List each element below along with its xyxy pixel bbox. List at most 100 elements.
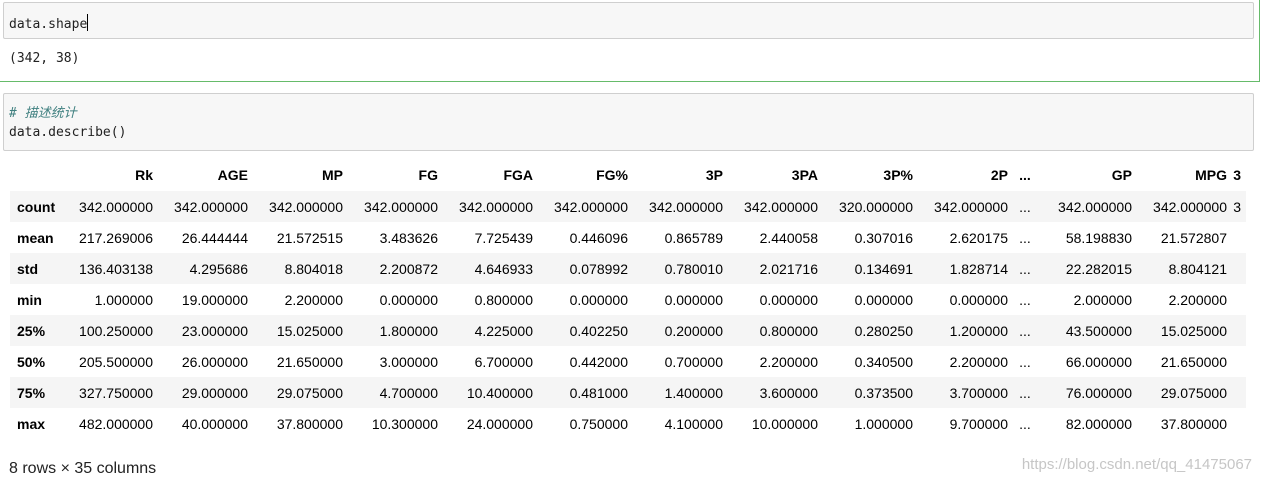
row-label: mean (17, 229, 54, 246)
row-label: 50% (17, 353, 46, 370)
table-cell: 327.750000 (79, 384, 153, 401)
table-cell: 320.000000 (839, 198, 913, 215)
column-header: ... (1019, 167, 1031, 183)
table-cell: 342.000000 (554, 198, 628, 215)
table-cell: 342.000000 (934, 198, 1008, 215)
table-cell: 0.373500 (854, 384, 913, 401)
table-cell: 0.000000 (854, 291, 913, 308)
table-cell: 342.000000 (744, 198, 818, 215)
table-cell: 10.000000 (751, 415, 818, 432)
table-cell: 342.000000 (1058, 198, 1132, 215)
table-cell: ... (1019, 198, 1031, 215)
table-cell: ... (1019, 384, 1031, 401)
table-cell: 0.442000 (569, 353, 628, 370)
column-header: FGA (503, 167, 533, 183)
index-header (10, 159, 66, 191)
table-cell: 24.000000 (466, 415, 533, 432)
table-cell: 4.100000 (664, 415, 723, 432)
column-header: FG% (596, 167, 628, 183)
table-cell: 342.000000 (79, 198, 153, 215)
table-cell: 0.307016 (854, 229, 913, 246)
table-cell: 0.000000 (949, 291, 1008, 308)
table-cell (1232, 346, 1246, 377)
table-cell: 342.000000 (459, 198, 533, 215)
table-cell: 0.134691 (854, 260, 913, 277)
table-cell: 342.000000 (269, 198, 343, 215)
describe-dataframe: Rk AGE MP FG FGA FG% 3P 3PA 3P% 2P... GP MPG 3 count… (10, 159, 1246, 439)
table-cell: 1.828714 (949, 260, 1008, 277)
table-cell: ... (1019, 291, 1031, 308)
table-cell (1232, 377, 1246, 408)
text-cursor (87, 14, 89, 31)
table-cell: 2.200000 (949, 353, 1008, 370)
column-header: GP (1111, 167, 1132, 183)
table-cell: 21.572515 (276, 229, 343, 246)
table-cell: 23.000000 (181, 322, 248, 339)
table-cell: 29.075000 (1160, 384, 1227, 401)
code-text: data.shape (9, 14, 89, 32)
table-cell: 0.780010 (664, 260, 723, 277)
row-label: 75% (17, 384, 46, 401)
table-cell: 40.000000 (181, 415, 248, 432)
table-cell: 26.000000 (181, 353, 248, 370)
table-row: 25% 100.250000 23.000000 15.025000 1.800000 4… (10, 315, 1246, 346)
code-input-describe[interactable]: # 描述统计 data.describe() (3, 93, 1254, 151)
table-cell: 4.646933 (474, 260, 533, 277)
table-cell: 7.725439 (474, 229, 533, 246)
watermark: https://blog.csdn.net/qq_41475067 (1021, 456, 1252, 473)
table-cell: 3.600000 (759, 384, 818, 401)
table-cell: 4.295686 (189, 260, 248, 277)
table-cell (1232, 253, 1246, 284)
code-comment: # 描述统计 (9, 106, 77, 121)
table-cell: 136.403138 (79, 260, 153, 277)
table-row: count 342.000000 342.000000 342.000000 342.0… (10, 191, 1246, 222)
table-cell: 205.500000 (79, 353, 153, 370)
table-cell: 2.200000 (284, 291, 343, 308)
table-cell: 21.650000 (276, 353, 343, 370)
table-cell (1232, 408, 1246, 439)
code-text: data.describe() (9, 125, 127, 140)
column-header: 3P (705, 167, 723, 183)
table-cell: 342.000000 (1153, 198, 1227, 215)
table-cell: 1.000000 (854, 415, 913, 432)
table-cell: 0.700000 (664, 353, 723, 370)
table-cell: ... (1019, 322, 1031, 339)
table-cell: 2.620175 (949, 229, 1008, 246)
table-cell: ... (1019, 415, 1031, 432)
table-cell: 37.800000 (1160, 415, 1227, 432)
table-cell: 29.000000 (181, 384, 248, 401)
table-cell: 26.444444 (181, 229, 248, 246)
table-cell: 15.025000 (276, 322, 343, 339)
table-cell (1232, 284, 1246, 315)
table-cell: 342.000000 (649, 198, 723, 215)
table-cell: 0.000000 (379, 291, 438, 308)
column-header: 2P (990, 167, 1008, 183)
table-cell: 0.000000 (569, 291, 628, 308)
code-input-shape[interactable]: data.shape (3, 2, 1254, 39)
table-cell: 22.282015 (1065, 260, 1132, 277)
column-header: MPG (1195, 167, 1227, 183)
table-row: min 1.000000 19.000000 2.200000 0.000000 0.80… (10, 284, 1246, 315)
table-cell: 342.000000 (364, 198, 438, 215)
table-row: 75% 327.750000 29.000000 29.075000 4.700000 1… (10, 377, 1246, 408)
row-label: std (17, 260, 38, 277)
table-cell: 8.804018 (284, 260, 343, 277)
table-cell: 0.078992 (569, 260, 628, 277)
table-cell: 2.200872 (379, 260, 438, 277)
table-cell: 100.250000 (79, 322, 153, 339)
table-cell: 0.000000 (664, 291, 723, 308)
table-cell (1232, 222, 1246, 253)
row-label: min (17, 291, 42, 308)
column-header: FG (418, 167, 438, 183)
column-header: 3PA (791, 167, 818, 183)
table-cell: 3.700000 (949, 384, 1008, 401)
table-cell: 58.198830 (1065, 229, 1132, 246)
row-label: 25% (17, 322, 46, 339)
cell-output-shape: (342, 38) (9, 51, 80, 66)
table-cell: 66.000000 (1065, 353, 1132, 370)
table-row: max 482.000000 40.000000 37.800000 10.300000… (10, 408, 1246, 439)
table-cell: 1.800000 (379, 322, 438, 339)
table-cell: 9.700000 (949, 415, 1008, 432)
table-cell: 1.200000 (949, 322, 1008, 339)
table-row: std 136.403138 4.295686 8.804018 2.200872 4.6… (10, 253, 1246, 284)
